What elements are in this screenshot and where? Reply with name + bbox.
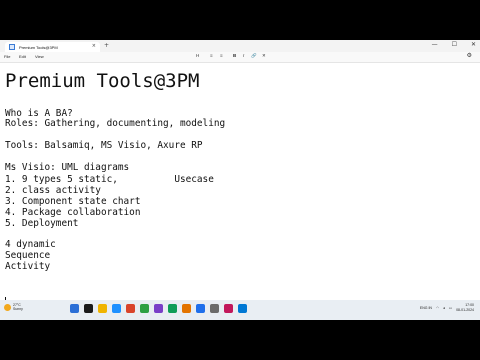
taskbar-app-icon[interactable] [210, 304, 219, 313]
document-heading: Premium Tools@3PM [5, 70, 200, 92]
heading-format-button[interactable]: H [196, 53, 199, 58]
notepad-icon [9, 44, 15, 50]
text-line: Tools: Balsamiq, MS Visio, Axure RP [5, 140, 203, 151]
text-line: Ms Visio: UML diagrams [5, 162, 130, 173]
weather-widget[interactable]: 27°C Sunny [4, 303, 23, 311]
text-line: 4. Package collaboration [5, 207, 141, 218]
taskbar: 27°C Sunny ENG IN ◠ ◂ ▭ 17:00 08-01-2024 [0, 300, 480, 320]
clock[interactable]: 17:00 08-01-2024 [456, 303, 474, 313]
maximize-icon[interactable]: ☐ [452, 41, 457, 48]
bold-button[interactable]: B [233, 53, 236, 58]
italic-button[interactable]: I [243, 53, 244, 58]
clock-date: 08-01-2024 [456, 308, 474, 312]
menu-view[interactable]: View [35, 54, 44, 59]
taskbar-app-icon[interactable] [98, 304, 107, 313]
weather-desc: Sunny [13, 307, 23, 311]
wifi-icon[interactable]: ◠ [436, 306, 439, 310]
taskbar-app-icon[interactable] [168, 304, 177, 313]
menu-bar: File Edit View H ≡ ≡ B I 🔗 ✕ ⚙ [0, 52, 480, 63]
taskbar-app-icon[interactable] [112, 304, 121, 313]
text-line: 3. Component state chart [5, 196, 141, 207]
clear-format-button[interactable]: ✕ [262, 53, 266, 59]
text-line: 4 dynamic [5, 239, 56, 250]
sun-icon [4, 303, 11, 311]
tab-title: Premium Tools@3PM [19, 44, 58, 50]
language-indicator[interactable]: ENG IN [420, 306, 432, 310]
notepad-window: Premium Tools@3PM × + — ☐ ✕ File Edit Vi… [0, 40, 480, 320]
list-numbered-button[interactable]: ≡ [220, 53, 223, 58]
settings-gear-icon[interactable]: ⚙ [467, 52, 472, 59]
taskbar-app-icon[interactable] [84, 304, 93, 313]
text-line: 5. Deployment [5, 218, 79, 229]
close-tab-icon[interactable]: × [92, 43, 96, 49]
document-tab[interactable]: Premium Tools@3PM × [5, 42, 100, 52]
minimize-icon[interactable]: — [432, 41, 438, 48]
close-window-icon[interactable]: ✕ [471, 41, 476, 48]
battery-icon[interactable]: ▭ [449, 306, 452, 310]
text-line: 1. 9 types 5 static, Usecase [5, 174, 214, 185]
menu-edit[interactable]: Edit [19, 54, 26, 59]
taskbar-app-icon[interactable] [126, 304, 135, 313]
new-tab-icon[interactable]: + [104, 42, 109, 49]
title-bar: Premium Tools@3PM × + — ☐ ✕ [0, 40, 480, 52]
window-controls: — ☐ ✕ [432, 41, 476, 48]
taskbar-app-icon[interactable] [182, 304, 191, 313]
system-tray: ENG IN ◠ ◂ ▭ 17:00 08-01-2024 [420, 303, 474, 313]
text-line: 2. class activity [5, 185, 101, 196]
text-line: Sequence [5, 250, 51, 261]
taskbar-app-icon[interactable] [70, 304, 79, 313]
text-line: Roles: Gathering, documenting, modeling [5, 118, 226, 129]
taskbar-app-icon[interactable] [224, 304, 233, 313]
volume-icon[interactable]: ◂ [443, 306, 445, 310]
taskbar-app-icons [70, 304, 247, 313]
taskbar-app-icon[interactable] [140, 304, 149, 313]
taskbar-app-icon[interactable] [154, 304, 163, 313]
text-area[interactable]: Premium Tools@3PM Who is A BA? Roles: Ga… [5, 70, 475, 307]
menu-file[interactable]: File [4, 54, 10, 59]
text-line: Activity [5, 261, 51, 272]
list-format-button[interactable]: ≡ [210, 53, 213, 58]
taskbar-app-icon[interactable] [238, 304, 247, 313]
link-button[interactable]: 🔗 [251, 53, 257, 59]
taskbar-app-icon[interactable] [196, 304, 205, 313]
